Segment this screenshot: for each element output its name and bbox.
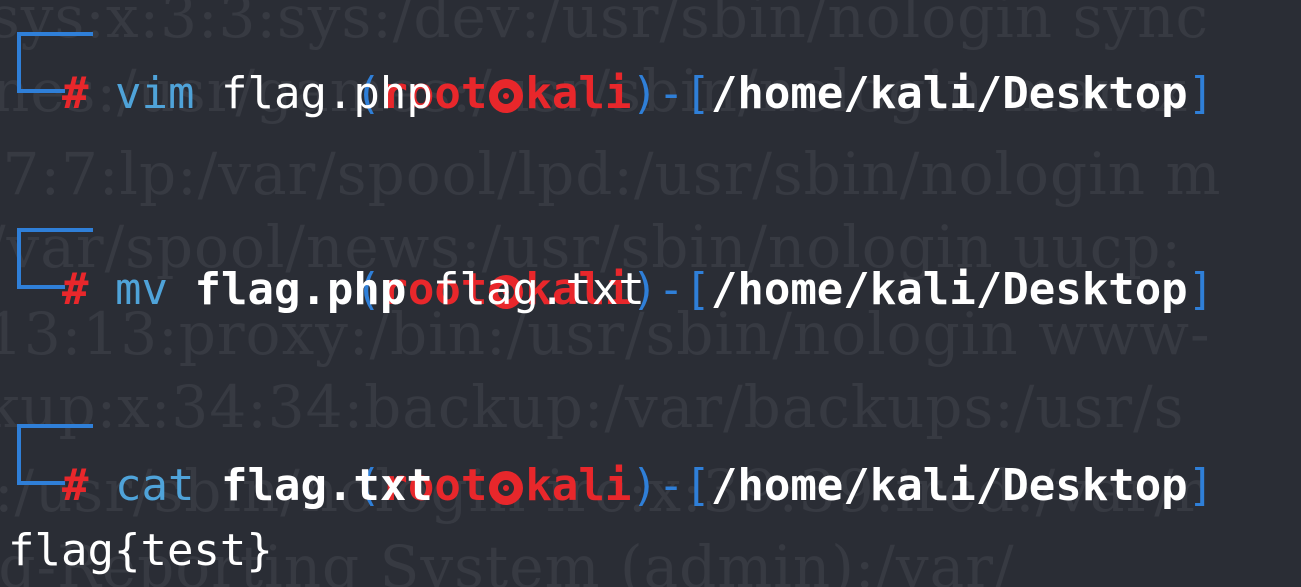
command-line[interactable]: # cat flag.txt [0,453,1301,518]
command-block: (root kali)-[/home/kali/Desktop] # cat fl… [0,388,1301,583]
terminal-window[interactable]: sys:x:3:3:sys:/dev:/usr/sbin/nologin syn… [0,0,1301,587]
prompt-line: (root kali)-[/home/kali/Desktop] [0,0,1301,119]
prompt-line: (root kali)-[/home/kali/Desktop] [0,388,1301,511]
command-arg: flag.txt [220,460,433,511]
output-line: flag{test} [0,518,1301,583]
command-name: cat [115,460,195,511]
prompt-bracket-bottom [17,453,65,485]
command-arg: flag.php [194,264,407,315]
command-block: (root kali)-[/home/kali/Desktop] # vim fl… [0,0,1301,126]
prompt-bracket-top [17,424,93,453]
command-output: flag{test} [8,525,273,576]
command-name: mv [115,264,168,315]
prompt-hash: # [62,264,89,315]
command-line[interactable]: # mv flag.php flag.txt [0,257,1301,322]
prompt-line: (root kali)-[/home/kali/Desktop] [0,192,1301,315]
command-block: (root kali)-[/home/kali/Desktop] # mv fla… [0,192,1301,322]
prompt-bracket-bottom [17,257,65,289]
prompt-bracket-top [17,228,93,257]
prompt-bracket-bottom [17,61,65,93]
prompt-hash: # [62,68,89,119]
command-arg: flag.php [220,68,433,119]
prompt-hash: # [62,460,89,511]
command-name: vim [115,68,195,119]
command-arg: flag.txt [432,264,645,315]
command-line[interactable]: # vim flag.php [0,61,1301,126]
prompt-bracket-top [17,32,93,61]
